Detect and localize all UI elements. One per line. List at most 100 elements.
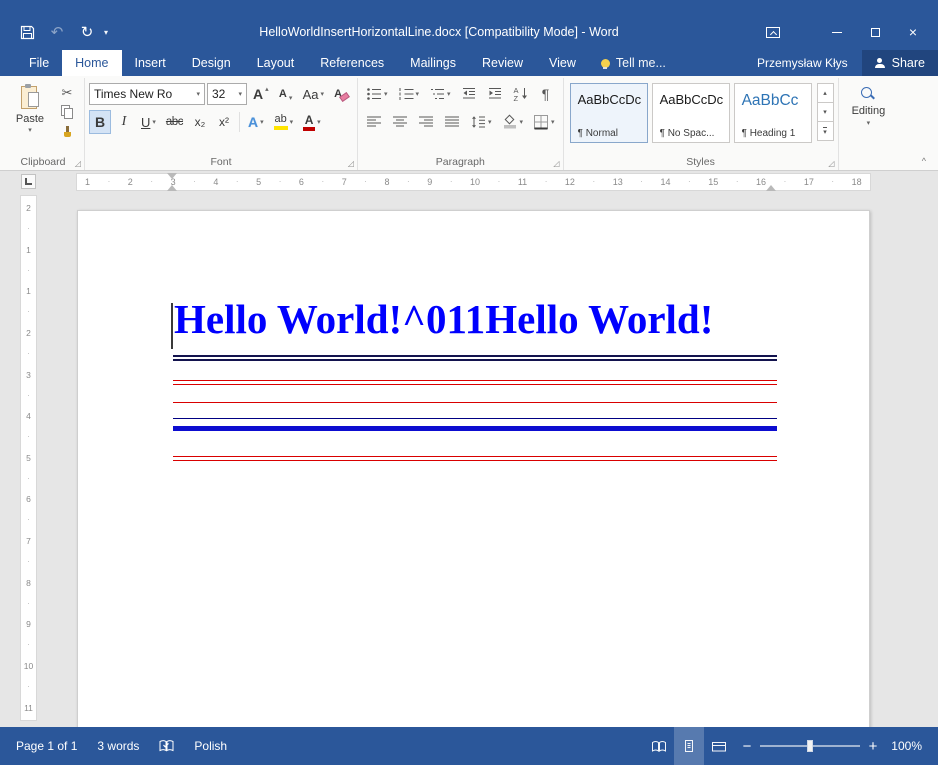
share-button[interactable]: Share bbox=[862, 50, 938, 76]
clipboard-paste-icon bbox=[20, 84, 40, 111]
align-right-button[interactable] bbox=[414, 110, 438, 134]
line-spacing-button[interactable]: ▾ bbox=[466, 110, 496, 134]
font-name-value: Times New Ro bbox=[94, 87, 172, 101]
tab-stop-selector[interactable] bbox=[21, 174, 36, 189]
minimize-button[interactable] bbox=[818, 19, 856, 45]
tab-row-spacer bbox=[678, 50, 743, 76]
tab-review[interactable]: Review bbox=[469, 50, 536, 76]
shading-button[interactable]: ▾ bbox=[498, 110, 528, 134]
language-indicator[interactable]: Polish bbox=[184, 727, 237, 765]
hanging-indent-marker[interactable] bbox=[167, 185, 177, 191]
editing-button[interactable]: Editing ▾ bbox=[843, 80, 895, 127]
show-formatting-marks-button[interactable]: ¶ bbox=[535, 82, 557, 106]
paste-button[interactable]: Paste ▾ bbox=[6, 80, 54, 153]
read-mode-button[interactable] bbox=[644, 727, 674, 765]
numbering-button[interactable]: ▾ bbox=[394, 82, 424, 106]
style-no-spacing[interactable]: AaBbCcDc ¶ No Spac... bbox=[652, 83, 730, 143]
tell-me-box[interactable]: Tell me... bbox=[589, 50, 678, 76]
underline-button[interactable]: U▾ bbox=[137, 110, 160, 134]
print-layout-button[interactable] bbox=[674, 727, 704, 765]
increase-indent-button[interactable] bbox=[483, 82, 507, 106]
zoom-percentage[interactable]: 100% bbox=[886, 739, 932, 753]
paragraph-dialog-launcher[interactable]: ◿ bbox=[553, 160, 559, 168]
tab-insert[interactable]: Insert bbox=[122, 50, 179, 76]
word-count[interactable]: 3 words bbox=[87, 727, 149, 765]
tab-view[interactable]: View bbox=[536, 50, 589, 76]
numbering-icon bbox=[398, 86, 414, 102]
maximize-button[interactable] bbox=[856, 19, 894, 45]
superscript-button[interactable]: x² bbox=[213, 110, 235, 134]
bullets-button[interactable]: ▾ bbox=[362, 82, 392, 106]
multilevel-list-button[interactable]: ▾ bbox=[425, 82, 455, 106]
grow-font-button[interactable]: A▴ bbox=[249, 82, 273, 106]
font-name-select[interactable]: Times New Ro ▾ bbox=[89, 83, 205, 105]
tab-references[interactable]: References bbox=[307, 50, 397, 76]
change-case-button[interactable]: Aa▾ bbox=[299, 82, 328, 106]
font-size-select[interactable]: 32 ▾ bbox=[207, 83, 247, 105]
clear-formatting-button[interactable]: A bbox=[330, 82, 353, 106]
zoom-out-button[interactable]: − bbox=[734, 738, 760, 755]
italic-button[interactable]: I bbox=[113, 110, 135, 134]
style-name: ¶ Heading 1 bbox=[742, 128, 809, 139]
tab-layout[interactable]: Layout bbox=[244, 50, 308, 76]
shading-icon bbox=[502, 114, 518, 130]
tab-file[interactable]: File bbox=[16, 50, 62, 76]
vertical-ruler[interactable]: 2·1·1·2·3·4·5·6·7·8·9·10·11 bbox=[21, 196, 36, 720]
bullets-icon bbox=[366, 86, 382, 102]
styles-scroll-down-button[interactable]: ▾ bbox=[817, 102, 834, 122]
web-layout-button[interactable] bbox=[704, 727, 734, 765]
decrease-indent-icon bbox=[461, 86, 477, 102]
user-account-name[interactable]: Przemysław Kłys bbox=[743, 50, 862, 76]
cut-button[interactable]: ✂ bbox=[54, 82, 80, 102]
first-line-indent-marker[interactable] bbox=[167, 173, 177, 179]
proofing-status[interactable] bbox=[149, 727, 184, 765]
zoom-slider[interactable] bbox=[760, 727, 860, 765]
document-page[interactable]: Hello World!^011Hello World! bbox=[77, 210, 870, 727]
subscript-button[interactable]: x₂ bbox=[189, 110, 211, 134]
style-preview: AaBbCcDc bbox=[578, 92, 645, 107]
bold-button[interactable]: B bbox=[89, 110, 111, 134]
caret-up-icon: ▴ bbox=[265, 86, 269, 93]
shrink-font-button[interactable]: A▾ bbox=[275, 82, 297, 106]
style-normal[interactable]: AaBbCcDc ¶ Normal bbox=[570, 83, 648, 143]
tab-mailings[interactable]: Mailings bbox=[397, 50, 469, 76]
zoom-slider-thumb[interactable] bbox=[807, 740, 813, 752]
text-effects-button[interactable]: A▾ bbox=[244, 110, 268, 134]
zoom-in-button[interactable]: + bbox=[860, 738, 886, 755]
format-painter-button[interactable] bbox=[54, 122, 80, 142]
ribbon-display-options-button[interactable] bbox=[754, 19, 792, 45]
chevron-down-icon: ▾ bbox=[260, 119, 264, 126]
copy-button[interactable] bbox=[54, 102, 80, 122]
styles-more-button[interactable]: ▾ bbox=[817, 121, 834, 141]
decrease-indent-button[interactable] bbox=[457, 82, 481, 106]
justify-button[interactable] bbox=[440, 110, 464, 134]
styles-dialog-launcher[interactable]: ◿ bbox=[828, 160, 834, 168]
collapse-ribbon-button[interactable]: ^ bbox=[922, 156, 926, 166]
lightbulb-icon bbox=[601, 59, 610, 68]
qat-customize-button[interactable]: ▾ bbox=[104, 28, 108, 37]
page-indicator[interactable]: Page 1 of 1 bbox=[6, 727, 87, 765]
styles-scroll-up-button[interactable]: ▴ bbox=[817, 83, 834, 103]
repeat-button[interactable]: ↻ bbox=[72, 20, 102, 44]
horizontal-ruler[interactable]: 1·2·3·4·5·6·7·8·9·10·11·12·13·14·15·16·1… bbox=[77, 174, 870, 190]
align-left-button[interactable] bbox=[362, 110, 386, 134]
right-indent-marker[interactable] bbox=[766, 185, 776, 191]
strikethrough-button[interactable]: abc bbox=[162, 110, 187, 134]
text-highlight-button[interactable]: ab▾ bbox=[270, 110, 298, 134]
font-color-button[interactable]: A▾ bbox=[299, 110, 325, 134]
person-icon bbox=[875, 58, 885, 68]
underline-icon: U bbox=[141, 115, 150, 130]
document-heading-text[interactable]: Hello World!^011Hello World! bbox=[174, 295, 790, 343]
align-center-button[interactable] bbox=[388, 110, 412, 134]
tab-design[interactable]: Design bbox=[179, 50, 244, 76]
style-heading-1[interactable]: AaBbCc ¶ Heading 1 bbox=[734, 83, 812, 143]
clipboard-dialog-launcher[interactable]: ◿ bbox=[75, 160, 81, 168]
save-button[interactable] bbox=[12, 20, 42, 44]
copy-icon bbox=[61, 105, 74, 119]
undo-button[interactable]: ↶ bbox=[42, 20, 72, 44]
font-dialog-launcher[interactable]: ◿ bbox=[348, 160, 354, 168]
close-button[interactable]: × bbox=[894, 19, 932, 45]
tab-home[interactable]: Home bbox=[62, 50, 121, 76]
sort-button[interactable]: AZ bbox=[509, 82, 533, 106]
borders-button[interactable]: ▾ bbox=[529, 110, 559, 134]
